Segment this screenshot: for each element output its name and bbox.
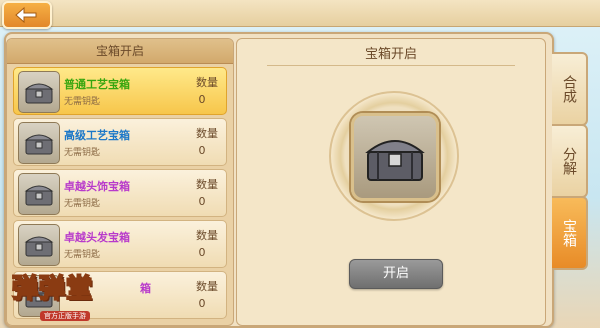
list-item[interactable]: 高级工艺宝箱 无需钥匙 数量 0 xyxy=(13,118,227,166)
quantity-value: 0 xyxy=(198,246,206,259)
back-button[interactable] xyxy=(2,1,52,29)
tab-decompose[interactable]: 分解 xyxy=(552,124,588,198)
chest-name: 卓越头饰宝箱 xyxy=(64,180,130,193)
list-item[interactable]: 卓越头饰宝箱 无需钥匙 数量 0 xyxy=(13,169,227,217)
quantity-value: 0 xyxy=(198,297,206,310)
chest-slot[interactable] xyxy=(351,113,439,201)
quantity-value: 0 xyxy=(198,144,206,157)
tab-label: 分解 xyxy=(561,147,577,175)
chest-key-note: 无需钥匙 xyxy=(64,97,101,107)
logo-subtitle: 官方正版手游 xyxy=(40,311,90,321)
chest-key-note: 无需钥匙 xyxy=(64,199,101,209)
open-button[interactable]: 开启 xyxy=(349,259,443,289)
chest-name: 普通工艺宝箱 xyxy=(64,78,130,91)
tab-label: 宝箱 xyxy=(561,219,577,247)
list-item[interactable]: 普通工艺宝箱 无需钥匙 数量 0 xyxy=(13,67,227,115)
chest-name: 箱 xyxy=(140,282,151,295)
tab-synthesis[interactable]: 合成 xyxy=(552,52,588,126)
chest-name: 高级工艺宝箱 xyxy=(64,129,130,142)
divider xyxy=(267,65,515,66)
chest-list-title: 宝箱开启 xyxy=(7,39,233,64)
back-arrow-icon xyxy=(15,6,37,24)
logo-text: 弹弹堂 xyxy=(11,273,94,305)
chest-icon xyxy=(365,140,425,181)
quantity-label: 数量 xyxy=(196,229,218,242)
chest-name: 卓越头发宝箱 xyxy=(64,231,130,244)
quantity-label: 数量 xyxy=(196,280,218,293)
panel-title: 宝箱开启 xyxy=(364,47,417,62)
quantity-value: 0 xyxy=(198,93,206,106)
chest-icon xyxy=(18,173,60,215)
quantity-label: 数量 xyxy=(196,178,218,191)
chest-icon xyxy=(18,122,60,164)
top-bar xyxy=(0,0,600,29)
tab-chest[interactable]: 宝箱 xyxy=(552,196,588,270)
chest-open-panel: 宝箱开启 开启 xyxy=(236,38,546,326)
chest-key-note: 无需钥匙 xyxy=(64,148,101,158)
quantity-label: 数量 xyxy=(196,127,218,140)
quantity-value: 0 xyxy=(198,195,206,208)
quantity-label: 数量 xyxy=(196,76,218,89)
tab-label: 合成 xyxy=(561,75,577,103)
chest-icon xyxy=(18,71,60,113)
